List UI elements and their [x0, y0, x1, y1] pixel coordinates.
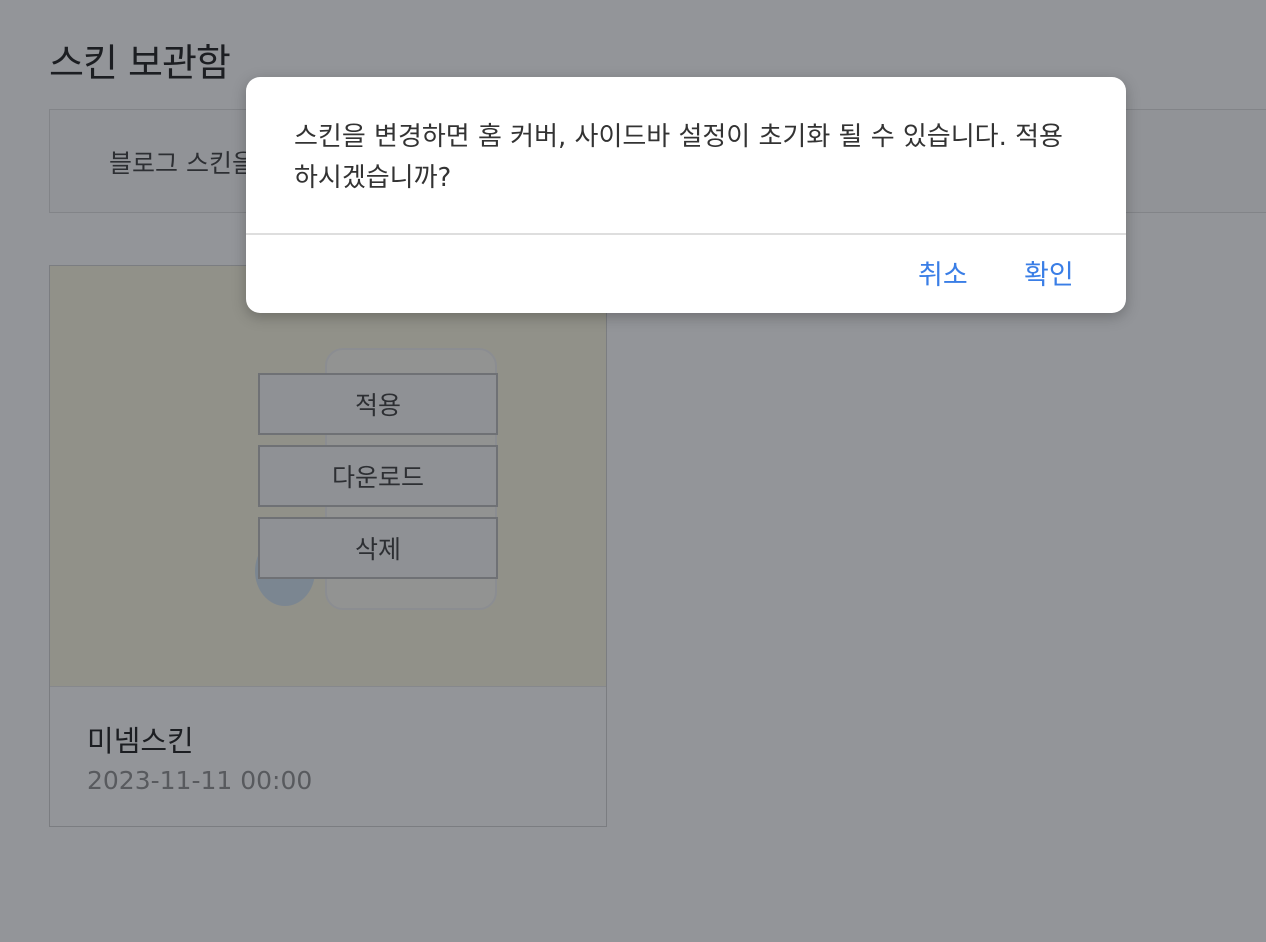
cancel-button[interactable]: 취소 — [918, 253, 968, 292]
confirm-dialog: 스킨을 변경하면 홈 커버, 사이드바 설정이 초기화 될 수 있습니다. 적용… — [246, 77, 1126, 313]
dialog-divider — [246, 233, 1126, 235]
confirm-button[interactable]: 확인 — [1024, 253, 1074, 292]
dialog-message: 스킨을 변경하면 홈 커버, 사이드바 설정이 초기화 될 수 있습니다. 적용… — [294, 122, 1063, 193]
